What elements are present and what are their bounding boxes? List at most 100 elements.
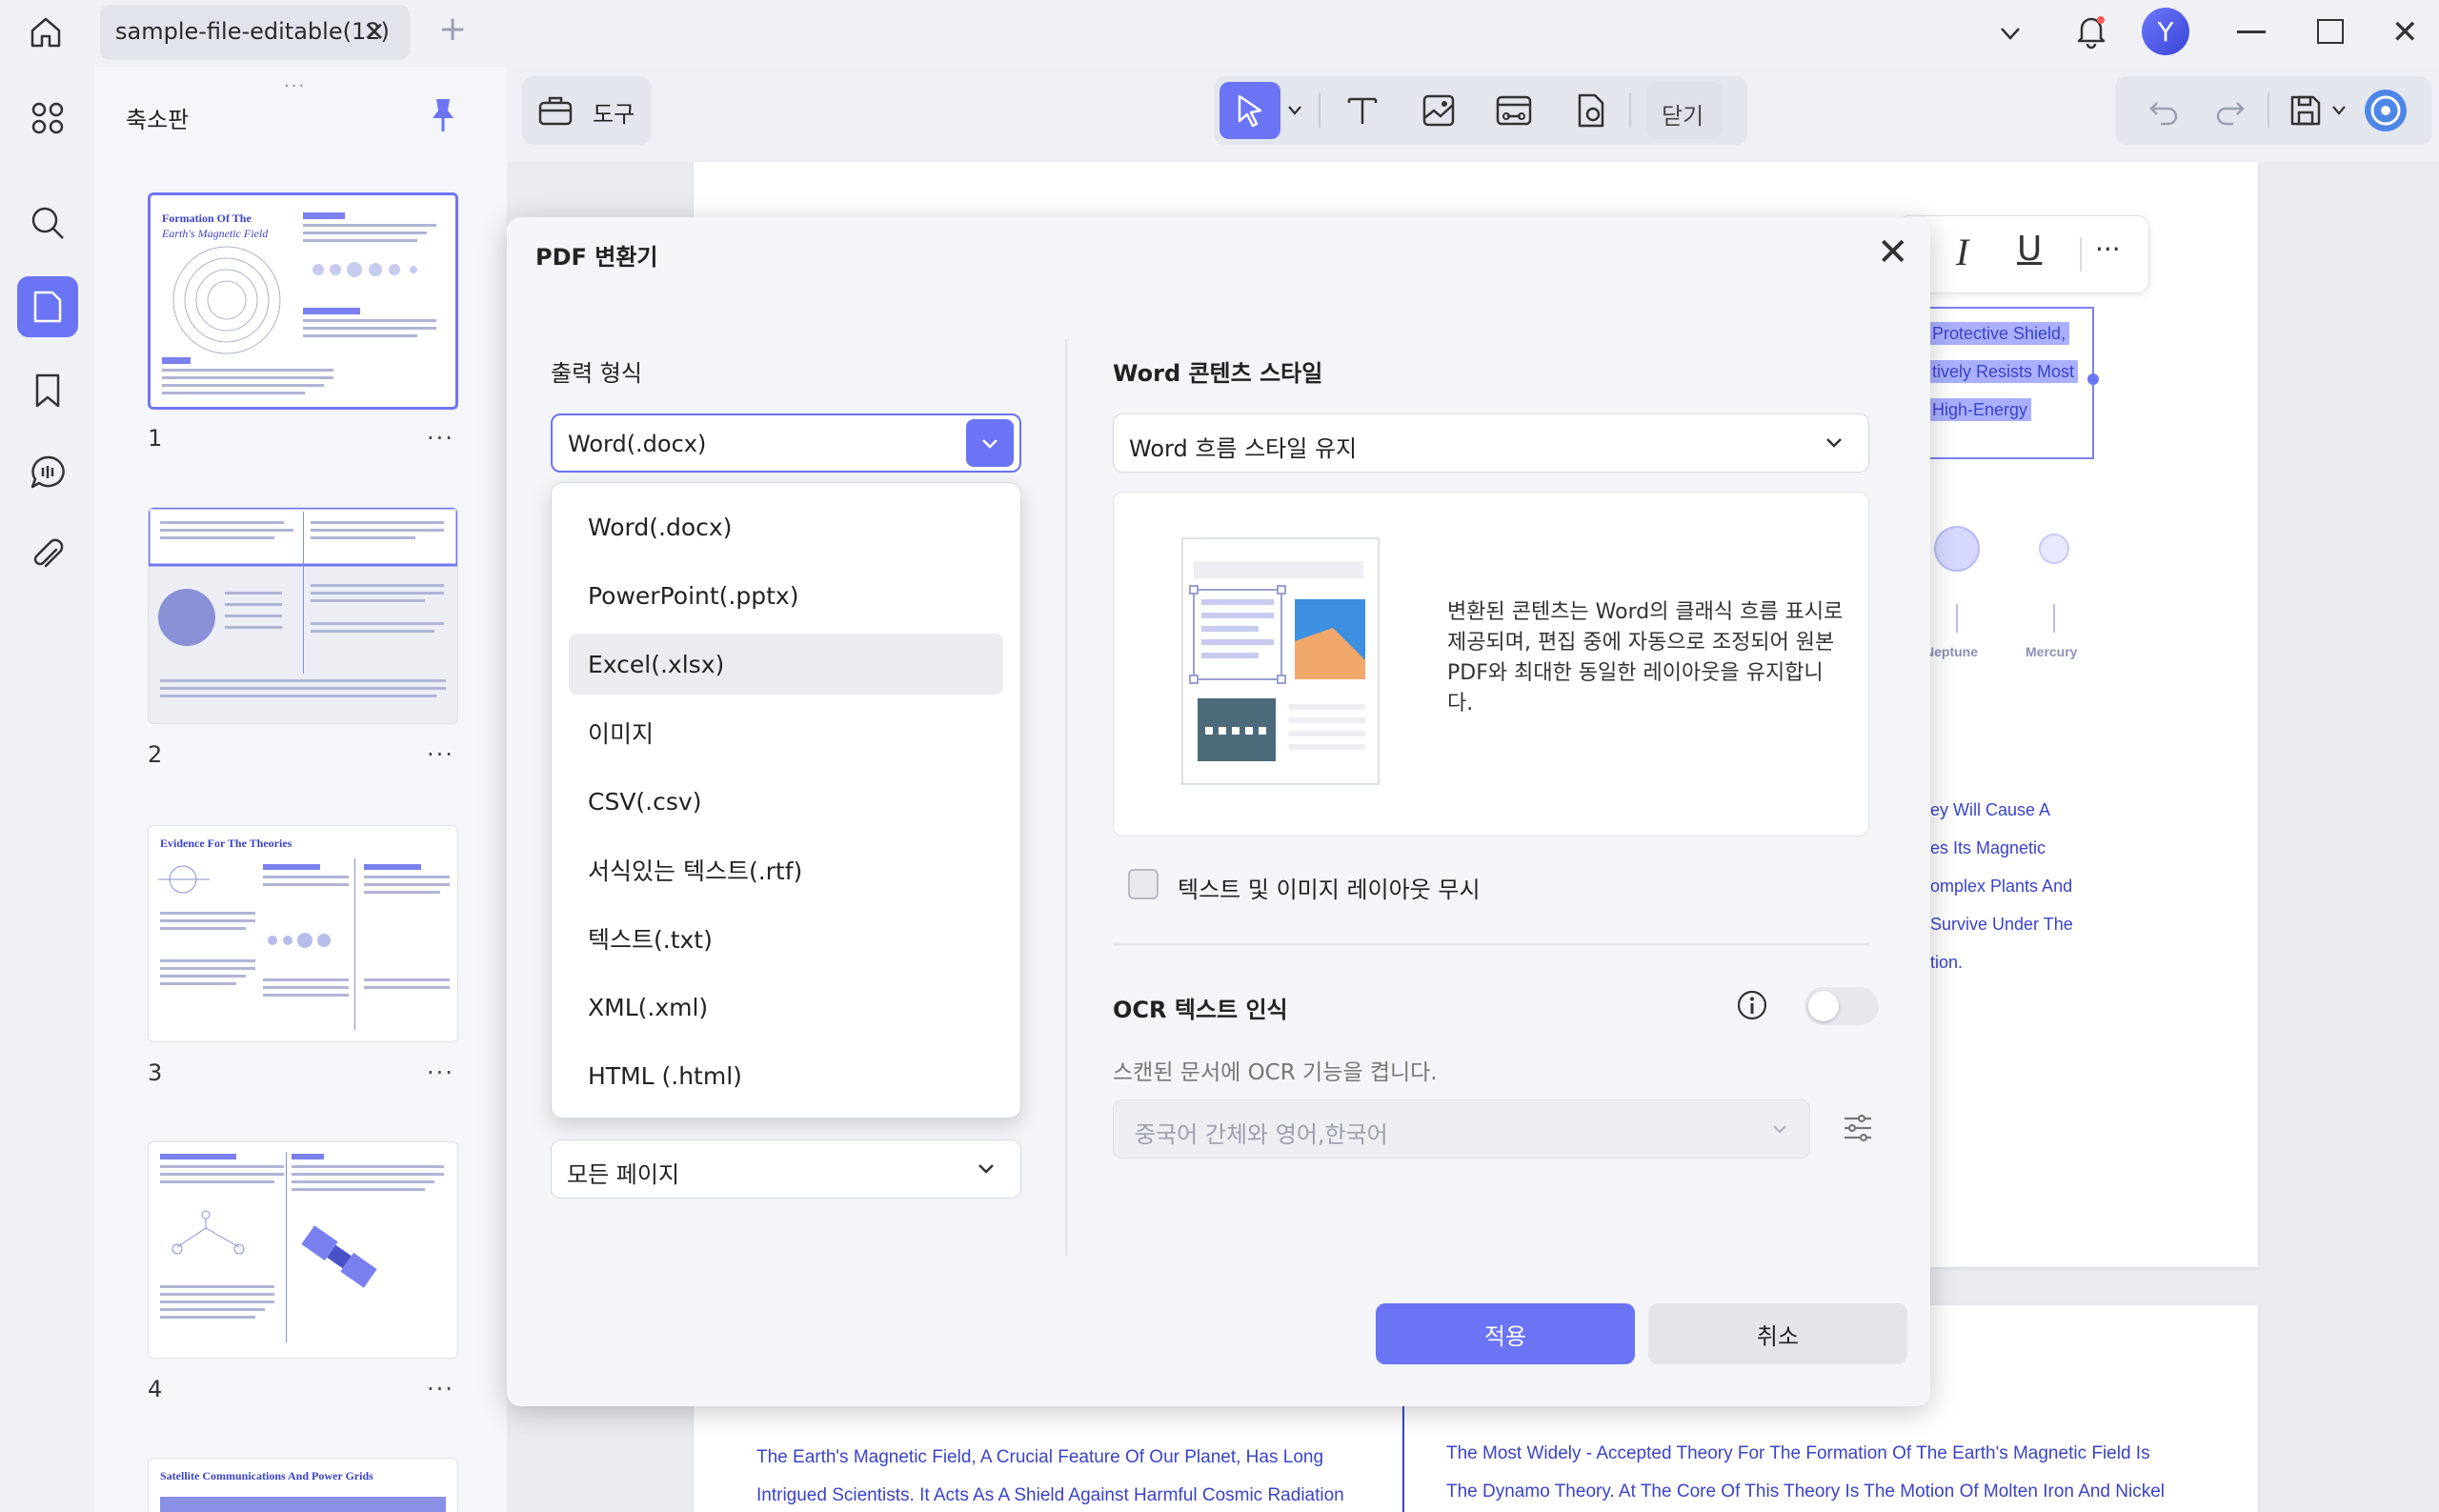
- document-tab[interactable]: sample-file-editable(12) ✕: [100, 5, 410, 60]
- search-icon[interactable]: [17, 192, 78, 253]
- page-number-2: 2: [148, 741, 163, 768]
- output-format-label: 출력 형식: [551, 360, 642, 387]
- history-tool-group: [2115, 76, 2431, 145]
- output-format-chevron[interactable]: [966, 419, 1014, 467]
- pdf-converter-dialog: PDF 변환기 ✕ 출력 형식 Word(.docx) Word(.docx) …: [507, 217, 1930, 1406]
- page-number-1: 1: [148, 425, 163, 452]
- select-tool-button[interactable]: [1220, 82, 1280, 139]
- grid-icon[interactable]: [17, 88, 78, 149]
- ocr-language-value: 중국어 간체와 영어,한국어: [1135, 1121, 1388, 1148]
- stamp-tool-icon[interactable]: [1570, 91, 1608, 133]
- page-1-more-icon[interactable]: ···: [427, 425, 454, 452]
- page-number-3: 3: [148, 1059, 163, 1086]
- page-thumbnail-4[interactable]: [148, 1141, 458, 1359]
- more-format-icon[interactable]: ···: [2095, 233, 2121, 265]
- page-thumbnail-3[interactable]: Evidence For The Theories: [148, 825, 458, 1042]
- format-option-excel[interactable]: Excel(.xlsx): [569, 634, 1003, 695]
- underline-icon[interactable]: U: [2017, 230, 2042, 269]
- format-option-xml[interactable]: XML(.xml): [569, 977, 1003, 1038]
- ocr-language-select[interactable]: 중국어 간체와 영어,한국어: [1113, 1099, 1810, 1159]
- layout-preview-illustration: [1181, 537, 1380, 785]
- page-thumbnail-1[interactable]: Formation Of The Earth's Magnetic Field: [148, 192, 458, 410]
- word-style-preview: 변환된 콘텐츠는 Word의 클래식 흐름 표시로 제공되며, 편집 중에 자동…: [1113, 492, 1869, 837]
- ocr-toggle-knob: [1808, 991, 1839, 1021]
- ocr-info-icon[interactable]: [1736, 989, 1768, 1025]
- highlight-line-1: Protective Shield,: [1928, 322, 2070, 345]
- format-option-word[interactable]: Word(.docx): [569, 496, 1003, 557]
- format-option-csv[interactable]: CSV(.csv): [569, 771, 1003, 832]
- chevron-down-icon[interactable]: [1996, 19, 2025, 51]
- ai-assistant-icon[interactable]: [2361, 86, 2410, 139]
- close-window-icon[interactable]: ✕: [2391, 13, 2419, 51]
- close-edit-button[interactable]: 닫기: [1646, 82, 1723, 139]
- maximize-icon[interactable]: [2317, 19, 2344, 44]
- add-tab-icon[interactable]: +: [438, 10, 467, 49]
- ocr-label: OCR 텍스트 인식: [1113, 997, 1288, 1023]
- page-3-more-icon[interactable]: ···: [427, 1059, 454, 1086]
- tools-label: 도구: [593, 101, 635, 128]
- format-option-powerpoint[interactable]: PowerPoint(.pptx): [569, 565, 1003, 626]
- word-style-label: Word 콘텐츠 스타일: [1113, 360, 1323, 387]
- right-column-text: ey Will Cause A es Its Magnetic omplex P…: [1930, 800, 2073, 972]
- pin-icon[interactable]: [429, 95, 457, 137]
- panel-title: 축소판: [126, 107, 190, 133]
- output-format-select[interactable]: Word(.docx): [551, 413, 1021, 473]
- thumbnail-panel: ··· 축소판 Formation Of The Earth's Magneti…: [95, 67, 507, 1512]
- panel-drag-handle[interactable]: ···: [284, 76, 306, 96]
- page-range-chevron-icon: [978, 1164, 994, 1174]
- minimize-icon[interactable]: [2237, 30, 2266, 33]
- page-2-more-icon[interactable]: ···: [427, 741, 454, 768]
- comment-icon[interactable]: [17, 442, 78, 503]
- page-range-select[interactable]: 모든 페이지: [551, 1139, 1021, 1199]
- text-tool-icon[interactable]: [1343, 91, 1381, 133]
- bottom-left-text: The Earth's Magnetic Field, A Crucial Fe…: [756, 1447, 1344, 1505]
- select-tool-chevron-icon[interactable]: [1286, 103, 1303, 121]
- planet-label-neptune: Neptune: [1925, 644, 1978, 659]
- link-tool-icon[interactable]: [1494, 91, 1534, 133]
- attachment-icon[interactable]: [17, 524, 78, 585]
- home-icon[interactable]: [27, 13, 65, 51]
- save-icon[interactable]: [2287, 91, 2325, 133]
- page-thumbnail-2[interactable]: [148, 507, 458, 724]
- planet-label-mercury: Mercury: [2026, 644, 2078, 659]
- page-range-value: 모든 페이지: [567, 1161, 680, 1188]
- format-option-txt[interactable]: 텍스트(.txt): [569, 908, 1003, 969]
- save-chevron-icon[interactable]: [2330, 103, 2348, 121]
- format-option-image[interactable]: 이미지: [569, 702, 1003, 763]
- thumb-3-title: Evidence For The Theories: [160, 837, 292, 850]
- output-format-dropdown: Word(.docx) PowerPoint(.pptx) Excel(.xls…: [551, 482, 1021, 1119]
- word-style-select[interactable]: Word 흐름 스타일 유지: [1113, 413, 1869, 473]
- thumb-5-title: Satellite Communications And Power Grids: [160, 1469, 373, 1482]
- document-tab-label: sample-file-editable(12): [115, 18, 390, 45]
- apply-button[interactable]: 적용: [1376, 1303, 1635, 1364]
- word-style-chevron-icon: [1826, 438, 1842, 448]
- bell-icon[interactable]: [2072, 11, 2110, 53]
- tools-button[interactable]: 도구: [522, 76, 652, 145]
- main-toolbar: 도구 닫기: [507, 67, 2439, 162]
- image-tool-icon[interactable]: [1420, 91, 1458, 133]
- page-thumbnail-5[interactable]: Satellite Communications And Power Grids: [148, 1458, 458, 1512]
- ocr-settings-icon[interactable]: [1839, 1109, 1877, 1151]
- output-format-value: Word(.docx): [568, 431, 707, 457]
- thumbnails-icon[interactable]: [17, 276, 78, 337]
- undo-icon[interactable]: [2147, 95, 2180, 130]
- italic-icon[interactable]: I: [1956, 230, 1968, 274]
- dialog-title: PDF 변환기: [535, 244, 658, 271]
- title-bar: sample-file-editable(12) ✕ + Y ✕: [0, 0, 2439, 67]
- ocr-language-chevron-icon: [1773, 1125, 1786, 1134]
- left-rail: [0, 67, 95, 1512]
- thumb-title-b: Earth's Magnetic Field: [161, 227, 269, 240]
- page-4-more-icon[interactable]: ···: [427, 1376, 454, 1402]
- format-option-rtf[interactable]: 서식있는 텍스트(.rtf): [569, 839, 1003, 900]
- cursor-icon: [1238, 94, 1262, 128]
- redo-icon[interactable]: [2214, 95, 2247, 130]
- cancel-button[interactable]: 취소: [1648, 1303, 1907, 1364]
- avatar[interactable]: Y: [2142, 8, 2189, 55]
- close-tab-icon[interactable]: ✕: [363, 16, 385, 48]
- dialog-close-icon[interactable]: ✕: [1877, 231, 1909, 274]
- ocr-description: 스캔된 문서에 OCR 기능을 켭니다.: [1113, 1060, 1438, 1085]
- bookmark-icon[interactable]: [17, 360, 78, 421]
- ocr-toggle[interactable]: [1804, 987, 1879, 1025]
- ignore-layout-checkbox[interactable]: [1128, 869, 1159, 899]
- format-option-html[interactable]: HTML (.html): [569, 1045, 1003, 1106]
